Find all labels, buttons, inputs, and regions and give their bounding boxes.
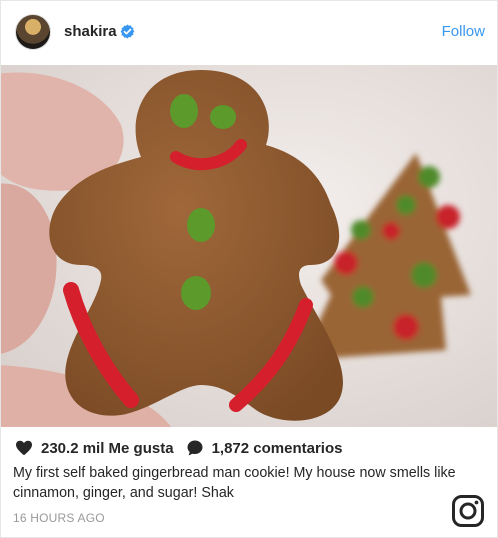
post-caption: My first self baked gingerbread man cook…	[13, 465, 456, 501]
username[interactable]: shakira	[64, 23, 117, 40]
instagram-post: shakira Follow 230.2 mil Me gusta 1,872 …	[0, 0, 498, 538]
post-photo[interactable]	[1, 65, 497, 427]
gingerbread-photo	[1, 65, 497, 427]
avatar[interactable]	[15, 14, 51, 50]
comments-count[interactable]: 1,872 comentarios	[212, 440, 343, 457]
engagement-bar: 230.2 mil Me gusta 1,872 comentarios	[15, 438, 342, 458]
post-timestamp: 16 HOURS AGO	[13, 511, 105, 525]
likes-count[interactable]: 230.2 mil Me gusta	[41, 440, 174, 457]
heart-icon[interactable]	[15, 440, 33, 456]
verified-badge-icon	[120, 24, 135, 39]
post-header: shakira Follow	[1, 1, 497, 65]
instagram-logo-icon[interactable]	[451, 494, 485, 528]
comment-icon[interactable]	[186, 439, 204, 457]
follow-button[interactable]: Follow	[442, 23, 485, 40]
